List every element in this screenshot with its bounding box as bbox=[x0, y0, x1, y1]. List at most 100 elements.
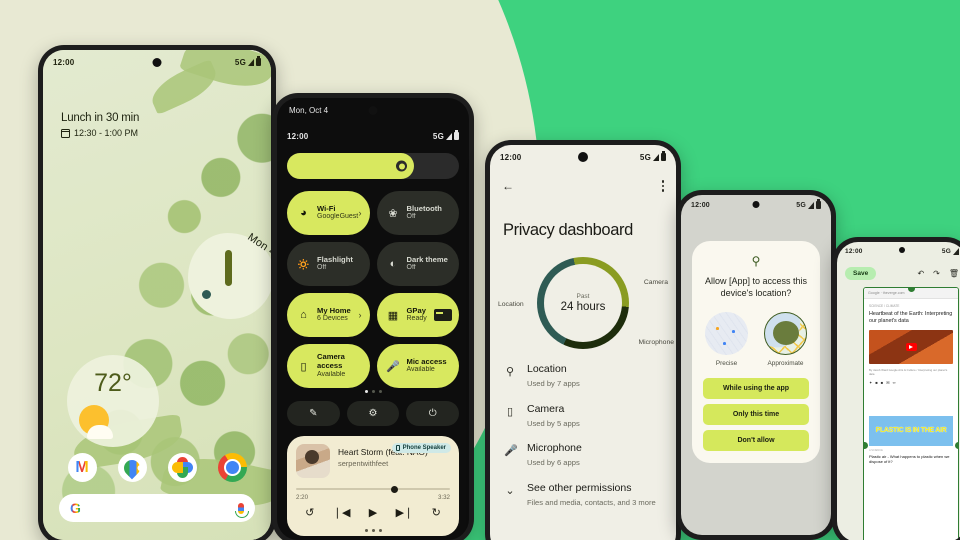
media-duration: 3:32 bbox=[437, 494, 450, 501]
redo-icon[interactable]: ↷ bbox=[933, 269, 940, 278]
media-seek-bar[interactable] bbox=[296, 485, 450, 493]
power-button[interactable]: ⏻ bbox=[406, 401, 459, 426]
captured-screenshot[interactable]: Google · theverge.com SCIENCE / CLIMATE … bbox=[863, 287, 959, 540]
dark-theme-icon: ◐ bbox=[389, 258, 397, 270]
article-hero-video[interactable] bbox=[869, 329, 953, 364]
play-icon[interactable] bbox=[905, 342, 917, 351]
list-item[interactable]: ⌄ See other permissions Files and media,… bbox=[504, 482, 664, 508]
precise-location-option[interactable]: Precise bbox=[705, 312, 748, 367]
approximate-label: Approximate bbox=[767, 360, 804, 368]
at-a-glance-widget[interactable]: Lunch in 30 min 12:30 - 1:00 PM bbox=[61, 112, 139, 138]
fast-forward-icon[interactable]: ↻ bbox=[432, 506, 441, 519]
rewind-icon[interactable]: ↺ bbox=[305, 506, 314, 519]
qs-tile-wifi[interactable]: ◕ Wi-Fi GoogleGuest › bbox=[287, 191, 370, 235]
while-using-app-button[interactable]: While using the app bbox=[703, 378, 809, 400]
chevron-right-icon[interactable]: › bbox=[359, 208, 362, 218]
media-elapsed: 2:20 bbox=[296, 494, 309, 501]
seek-knob[interactable] bbox=[391, 485, 399, 493]
qs-tile-my-home[interactable]: ⌂ My Home 6 Devices › bbox=[287, 293, 370, 337]
editor-icons: ↶ ↷ 🗑 bbox=[917, 269, 959, 278]
link-icon[interactable]: ∞ bbox=[893, 380, 896, 385]
media-page-dots[interactable] bbox=[287, 529, 459, 532]
chevron-right-icon[interactable]: › bbox=[359, 310, 362, 320]
wallet-icon: ▦ bbox=[387, 309, 399, 322]
google-search-bar[interactable]: G bbox=[59, 494, 255, 522]
brightness-slider[interactable] bbox=[287, 153, 459, 179]
save-button[interactable]: Save bbox=[845, 266, 877, 280]
back-icon[interactable]: ← bbox=[502, 179, 514, 193]
status-indicators: 5G bbox=[235, 56, 261, 67]
clock-widget[interactable]: Mon 4 bbox=[188, 231, 271, 319]
clock-dot bbox=[201, 289, 211, 299]
email-icon[interactable]: ✉ bbox=[886, 380, 889, 385]
approximate-location-option[interactable]: Approximate bbox=[764, 312, 807, 367]
list-item[interactable]: ▯ Camera Used by 5 apps bbox=[504, 403, 664, 429]
qs-tile-title: Camera access bbox=[317, 352, 345, 370]
status-bar: 12:00 5G bbox=[681, 195, 831, 215]
gear-icon: ⚙ bbox=[368, 408, 378, 419]
list-item[interactable]: 🎤 Microphone Used by 6 apps bbox=[504, 442, 664, 468]
play-icon[interactable]: ▶ bbox=[369, 506, 377, 519]
dont-allow-button[interactable]: Don't allow bbox=[703, 430, 809, 452]
cloud-icon bbox=[87, 425, 113, 439]
permission-buttons: While using the app Only this time Don't… bbox=[703, 378, 809, 452]
signal-icon bbox=[446, 132, 452, 140]
crop-handle-top[interactable] bbox=[907, 288, 915, 292]
qs-tile-title: Mic access bbox=[406, 356, 447, 366]
status-time: 12:00 bbox=[500, 152, 522, 162]
undo-icon[interactable]: ↶ bbox=[917, 269, 924, 278]
qs-tile-gpay[interactable]: ▦ GPay Ready bbox=[376, 293, 459, 337]
battery-icon bbox=[816, 199, 821, 209]
microphone-icon[interactable] bbox=[235, 502, 249, 518]
app-dock bbox=[43, 453, 271, 482]
previous-track-icon[interactable]: ❘◀ bbox=[333, 506, 351, 519]
front-camera-punch-hole bbox=[368, 106, 378, 115]
qs-tile-flashlight[interactable]: 🔅 Flashlight Off bbox=[287, 242, 370, 286]
signal-icon bbox=[953, 247, 959, 255]
linkedin-icon[interactable]: ■ bbox=[881, 380, 883, 385]
only-this-time-button[interactable]: Only this time bbox=[703, 404, 809, 426]
phone-icon bbox=[395, 445, 400, 451]
donut-label-camera: Camera bbox=[643, 279, 668, 286]
permission-card: ⚲ Allow [App] to access this device's lo… bbox=[692, 241, 820, 464]
status-indicators: 5G bbox=[433, 130, 459, 141]
second-article-headline: Plastic air - What happens to plastic wh… bbox=[869, 453, 950, 464]
gmail-app-icon[interactable] bbox=[67, 453, 97, 482]
next-track-icon[interactable]: ▶❘ bbox=[396, 506, 414, 519]
network-label: 5G bbox=[941, 247, 951, 255]
qs-tile-title: Flashlight bbox=[317, 254, 353, 264]
donut-label-microphone: Microphone bbox=[638, 339, 674, 346]
article-kicker: SCIENCE / CLIMATE bbox=[869, 304, 900, 308]
permission-name: Microphone bbox=[527, 442, 582, 455]
facebook-icon[interactable]: ■ bbox=[875, 380, 877, 385]
location-pin-icon: ⚲ bbox=[505, 366, 515, 378]
media-player-card[interactable]: Phone Speaker Heart Storm (feat. NAO) se… bbox=[287, 436, 459, 536]
donut-center-label: Past 24 hours bbox=[543, 293, 623, 313]
settings-button[interactable]: ⚙ bbox=[346, 401, 400, 426]
qs-tile-dark-theme[interactable]: ◐ Dark theme Off bbox=[376, 242, 459, 286]
list-item[interactable]: ⚲ Location Used by 7 apps bbox=[504, 363, 664, 389]
status-bar: 12:00 5G bbox=[43, 50, 271, 74]
permission-sub: Used by 5 apps bbox=[527, 418, 580, 428]
photos-app-icon[interactable] bbox=[167, 453, 197, 482]
maps-app-icon[interactable] bbox=[117, 453, 147, 482]
delete-icon[interactable]: 🗑 bbox=[949, 269, 959, 278]
chrome-app-icon[interactable] bbox=[217, 453, 247, 482]
qs-tile-mic-access[interactable]: 🎤 Mic access Available bbox=[376, 344, 459, 388]
crop-handle-left[interactable] bbox=[864, 442, 868, 450]
glance-title: Lunch in 30 min bbox=[61, 112, 140, 124]
overflow-menu-icon[interactable] bbox=[661, 180, 664, 192]
twitter-icon[interactable]: ✦ bbox=[869, 380, 872, 385]
output-device-badge[interactable]: Phone Speaker bbox=[391, 443, 451, 453]
quick-settings-page-dots[interactable] bbox=[277, 390, 469, 393]
edit-tiles-button[interactable]: ✎ bbox=[287, 401, 340, 426]
weather-widget[interactable]: 72° bbox=[67, 355, 159, 447]
qs-tile-camera-access[interactable]: ▯ Camera access Available bbox=[287, 344, 370, 388]
second-banner-text: PLASTIC IS IN THE AIR bbox=[875, 426, 947, 434]
clock-hand bbox=[224, 250, 232, 286]
qs-tile-bluetooth[interactable]: ❀ Bluetooth Off bbox=[376, 191, 459, 235]
map-dot bbox=[732, 330, 735, 333]
mic-icon: 🎤 bbox=[504, 445, 518, 458]
permission-dialog-screen: 12:00 5G ⚲ Allow [App] to access this de… bbox=[681, 195, 831, 535]
qs-tile-sub: 6 Devices bbox=[317, 315, 348, 323]
